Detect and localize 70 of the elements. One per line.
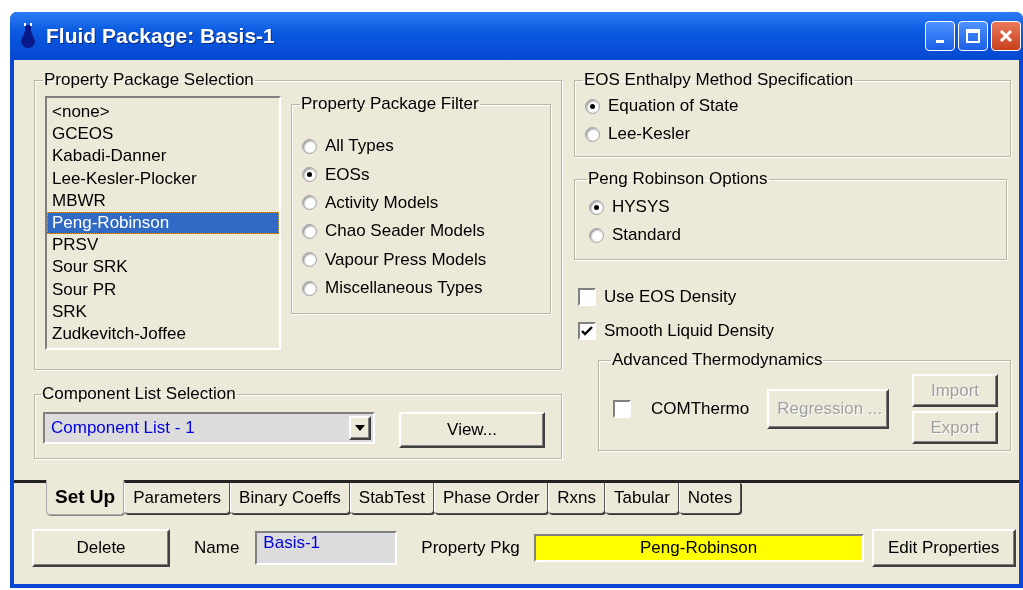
tab[interactable]: StabTest xyxy=(349,483,434,514)
radio-option[interactable]: Activity Models xyxy=(302,188,540,218)
radio-circle[interactable] xyxy=(302,252,317,268)
window-title: Fluid Package: Basis-1 xyxy=(46,24,276,48)
tab[interactable]: Phase Order xyxy=(433,483,549,514)
delete-button[interactable]: Delete xyxy=(32,529,170,567)
list-item[interactable]: Sour SRK xyxy=(47,256,279,279)
minimize-icon xyxy=(936,39,944,43)
tab[interactable]: Tabular xyxy=(605,483,679,514)
group-title: Peng Robinson Options xyxy=(587,169,769,189)
radio-option[interactable]: Standard xyxy=(589,221,992,249)
radio-circle[interactable] xyxy=(585,98,600,114)
check-option[interactable]: Use EOS Density xyxy=(578,280,1011,314)
name-field[interactable]: Basis-1 xyxy=(255,531,398,565)
radio-circle[interactable] xyxy=(302,167,317,183)
list-box[interactable]: <none> GCEOS Kabadi-Danner Lee-Kesler-Plocker MBWR Peng-Robinson PRSV Sour SRK Sour PR SRK Zudkevitch-Joffee xyxy=(45,96,281,350)
view-button[interactable]: View... xyxy=(399,412,545,448)
caret-icon xyxy=(355,425,365,431)
group-title: EOS Enthalpy Method Specification xyxy=(583,70,855,90)
list-item[interactable]: <none> xyxy=(47,101,279,124)
dropdown-field[interactable]: Component List - 1 xyxy=(43,412,375,444)
tab[interactable]: Set Up xyxy=(46,480,125,515)
radio-circle[interactable] xyxy=(589,199,604,215)
radio-option[interactable]: Equation of State xyxy=(585,92,1000,120)
checkbox[interactable] xyxy=(613,400,631,418)
group-title: Advanced Thermodynamics xyxy=(611,350,824,370)
tab[interactable]: Binary Coeffs xyxy=(230,483,350,514)
maximize-icon xyxy=(965,28,981,44)
list-item[interactable]: Kabadi-Danner xyxy=(47,145,279,168)
name-label: Name xyxy=(194,538,240,558)
checkbox[interactable] xyxy=(578,322,596,340)
list-item[interactable]: PRSV xyxy=(47,234,279,257)
tab[interactable]: Notes xyxy=(678,483,742,514)
minimize-button[interactable] xyxy=(925,21,955,51)
radio-option[interactable]: HYSYS xyxy=(589,193,992,221)
maximize-button[interactable] xyxy=(958,21,988,51)
radio-option[interactable]: Miscellaneous Types xyxy=(302,273,540,303)
flask-icon xyxy=(20,23,36,49)
property-pkg-field: Peng-Robinson xyxy=(533,534,864,562)
radio-option[interactable]: Lee-Kesler xyxy=(585,120,1000,148)
tab[interactable]: Rxns xyxy=(548,483,606,514)
list-item[interactable]: Lee-Kesler-Plocker xyxy=(47,167,279,190)
list-item[interactable]: SRK xyxy=(47,300,279,323)
radio-circle[interactable] xyxy=(302,223,317,239)
radio-circle[interactable] xyxy=(302,280,317,296)
dropdown-button[interactable] xyxy=(349,416,371,440)
group-title: Property Package Filter xyxy=(300,94,480,114)
close-button[interactable] xyxy=(991,21,1021,51)
property-pkg-label: Property Pkg xyxy=(421,538,520,558)
radio-option[interactable]: EOSs xyxy=(302,160,540,189)
radio-circle[interactable] xyxy=(302,195,317,211)
radio-circle[interactable] xyxy=(589,227,604,243)
radio-circle[interactable] xyxy=(585,126,600,142)
list-item[interactable]: Zudkevitch-Joffee xyxy=(47,322,279,346)
group-title: Property Package Selection xyxy=(43,70,255,90)
check-option[interactable]: Smooth Liquid Density xyxy=(578,314,1011,348)
group-title: Component List Selection xyxy=(41,384,237,404)
radio-circle[interactable] xyxy=(302,138,317,154)
radio-option[interactable]: All Types xyxy=(302,132,540,161)
list-item[interactable]: MBWR xyxy=(47,189,279,212)
list-item[interactable]: Peng-Robinson xyxy=(47,211,279,235)
radio-option[interactable]: Vapour Press Models xyxy=(302,245,540,274)
list-item[interactable]: GCEOS xyxy=(47,123,279,146)
tab[interactable]: Parameters xyxy=(124,483,231,514)
radio-option[interactable]: Chao Seader Models xyxy=(302,217,540,246)
list-item[interactable]: Sour PR xyxy=(47,278,279,301)
edit-properties-button[interactable]: Edit Properties xyxy=(871,529,1016,567)
check-option[interactable]: COMThermo xyxy=(613,395,750,423)
close-icon xyxy=(998,28,1014,44)
checkbox[interactable] xyxy=(578,288,596,306)
